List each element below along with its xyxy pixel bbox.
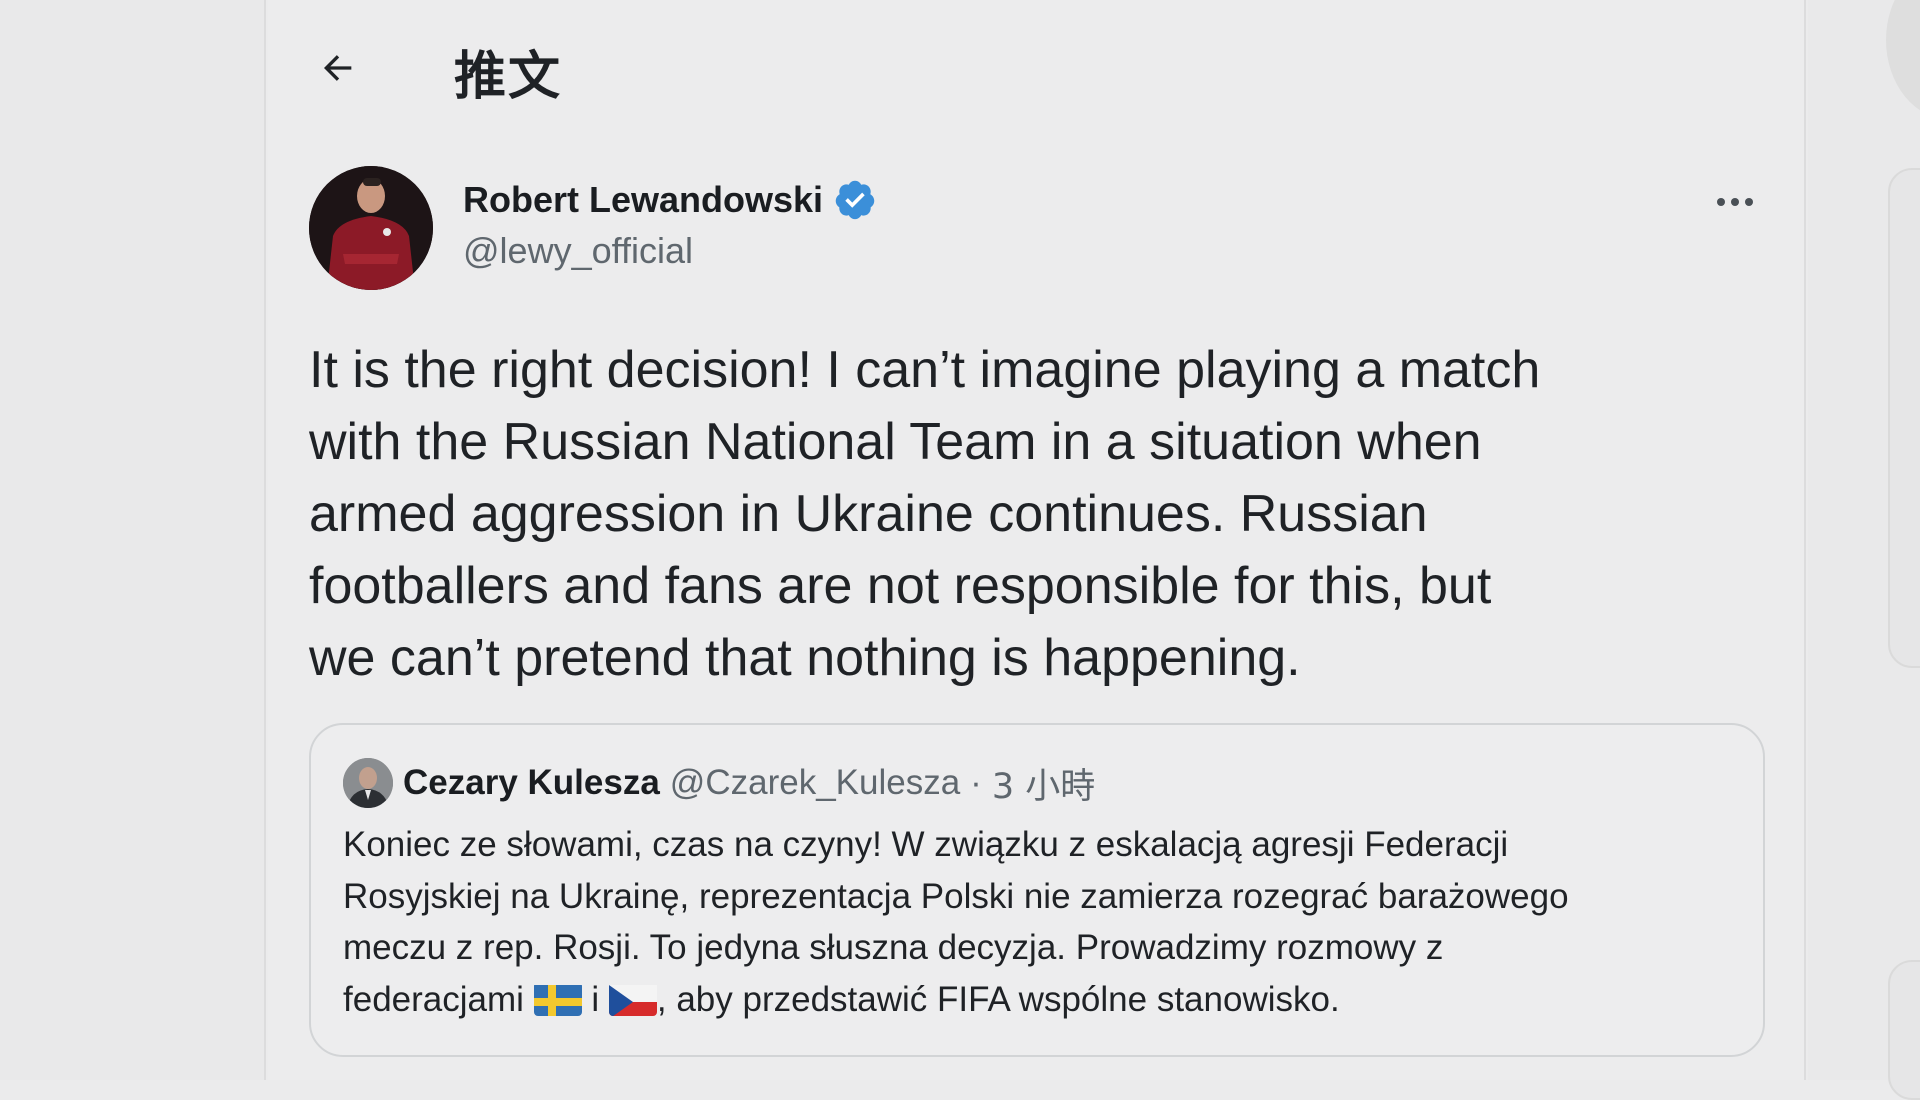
more-dot-icon xyxy=(1745,198,1753,206)
quoted-author-name: Cezary Kulesza xyxy=(403,763,660,802)
page-title: 推文 xyxy=(454,47,563,107)
tweet-text-line: armed aggression in Ukraine continues. R… xyxy=(309,485,1428,543)
quoted-tweet-header: Cezary Kulesza @Czarek_Kulesza · 3 小時 xyxy=(343,755,1095,811)
quoted-text-line-last: federacjami i , aby przedstawić FIFA wsp… xyxy=(343,974,1733,1026)
quoted-timestamp: 3 小時 xyxy=(991,766,1096,807)
avatar[interactable] xyxy=(309,166,433,290)
tweet-text-line: we can’t pretend that nothing is happeni… xyxy=(309,629,1301,687)
sweden-flag-icon xyxy=(533,982,582,1016)
quoted-tweet[interactable]: Cezary Kulesza @Czarek_Kulesza · 3 小時 Ko… xyxy=(309,723,1765,1057)
author-handle[interactable]: @lewy_official xyxy=(463,230,693,272)
more-dot-icon xyxy=(1731,198,1739,206)
more-dot-icon xyxy=(1717,198,1725,206)
quoted-avatar-image xyxy=(343,758,393,808)
author-name[interactable]: Robert Lewandowski xyxy=(463,178,877,222)
more-options-button[interactable] xyxy=(1705,180,1765,224)
page-header: 推文 xyxy=(268,0,1806,138)
quoted-text-segment: , aby przedstawić FIFA wspólne stanowisk… xyxy=(656,979,1340,1019)
author-name-text[interactable]: Robert Lewandowski xyxy=(463,179,823,221)
right-card-partial-2 xyxy=(1888,960,1920,1100)
tweet-text-line: with the Russian National Team in a situ… xyxy=(309,413,1482,471)
quoted-tweet-text: Koniec ze słowami, czas na czyny! W zwią… xyxy=(343,819,1733,1025)
back-button[interactable] xyxy=(308,38,368,98)
quoted-text-segment: i xyxy=(581,979,609,1019)
separator-dot: · xyxy=(970,763,982,802)
verified-badge-icon xyxy=(835,180,875,220)
quoted-text-line: Koniec ze słowami, czas na czyny! W zwią… xyxy=(343,825,1509,864)
avatar-image xyxy=(309,166,433,290)
czech-flag-icon xyxy=(608,982,657,1016)
tweet-text-line: footballers and fans are not responsible… xyxy=(309,557,1492,615)
quoted-text-line: Rosyjskiej na Ukrainę, reprezentacja Pol… xyxy=(343,876,1569,916)
quoted-text-line: meczu z rep. Rosji. To jedyna słuszna de… xyxy=(343,928,1444,967)
tweet-text: It is the right decision! I can’t imagin… xyxy=(309,334,1749,694)
tweet-text-line: It is the right decision! I can’t imagin… xyxy=(309,341,1541,399)
arrow-left-icon xyxy=(324,55,352,81)
right-card-partial xyxy=(1888,168,1920,668)
quoted-text-segment: federacjami xyxy=(343,979,534,1019)
left-sidebar-area xyxy=(0,0,266,1080)
quoted-author-handle: @Czarek_Kulesza xyxy=(669,763,961,802)
quoted-avatar xyxy=(343,758,393,808)
